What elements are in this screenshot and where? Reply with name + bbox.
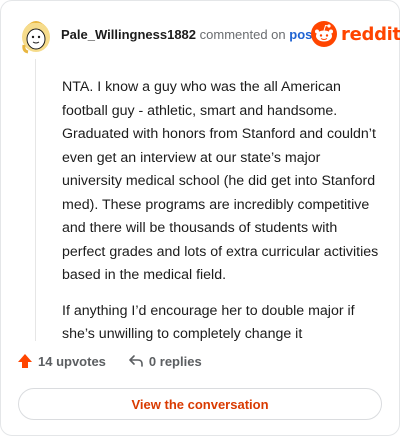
user-avatar-icon[interactable] bbox=[20, 15, 52, 55]
comment-paragraph: NTA. I know a guy who was the all Americ… bbox=[62, 79, 379, 283]
thread-line bbox=[35, 59, 36, 341]
replies-button[interactable]: 0 replies bbox=[128, 353, 202, 369]
reply-count: 0 replies bbox=[148, 353, 202, 369]
username-link[interactable]: Pale_Willingness1882 bbox=[61, 27, 196, 42]
comment-paragraph: If anything I’d encourage her to double … bbox=[62, 302, 355, 343]
reddit-wordmark: reddit bbox=[341, 23, 400, 45]
comment-body: NTA. I know a guy who was the all Americ… bbox=[62, 76, 384, 359]
upvote-arrow-icon bbox=[18, 354, 32, 368]
upvote-count: 14 upvotes bbox=[38, 353, 106, 369]
reply-arrow-icon bbox=[129, 355, 143, 367]
reddit-logo-icon bbox=[311, 21, 337, 47]
comment-header: Pale_Willingness1882 commented on post bbox=[61, 27, 317, 43]
upvote-button[interactable]: 14 upvotes bbox=[17, 353, 106, 369]
commented-on-text: commented on bbox=[199, 27, 286, 42]
view-conversation-button[interactable]: View the conversation bbox=[18, 388, 382, 420]
comment-actions: 14 upvotes 0 replies bbox=[17, 353, 202, 369]
reddit-logo[interactable]: reddit bbox=[311, 20, 400, 48]
embedded-comment-card: Pale_Willingness1882 commented on post r… bbox=[0, 0, 400, 436]
